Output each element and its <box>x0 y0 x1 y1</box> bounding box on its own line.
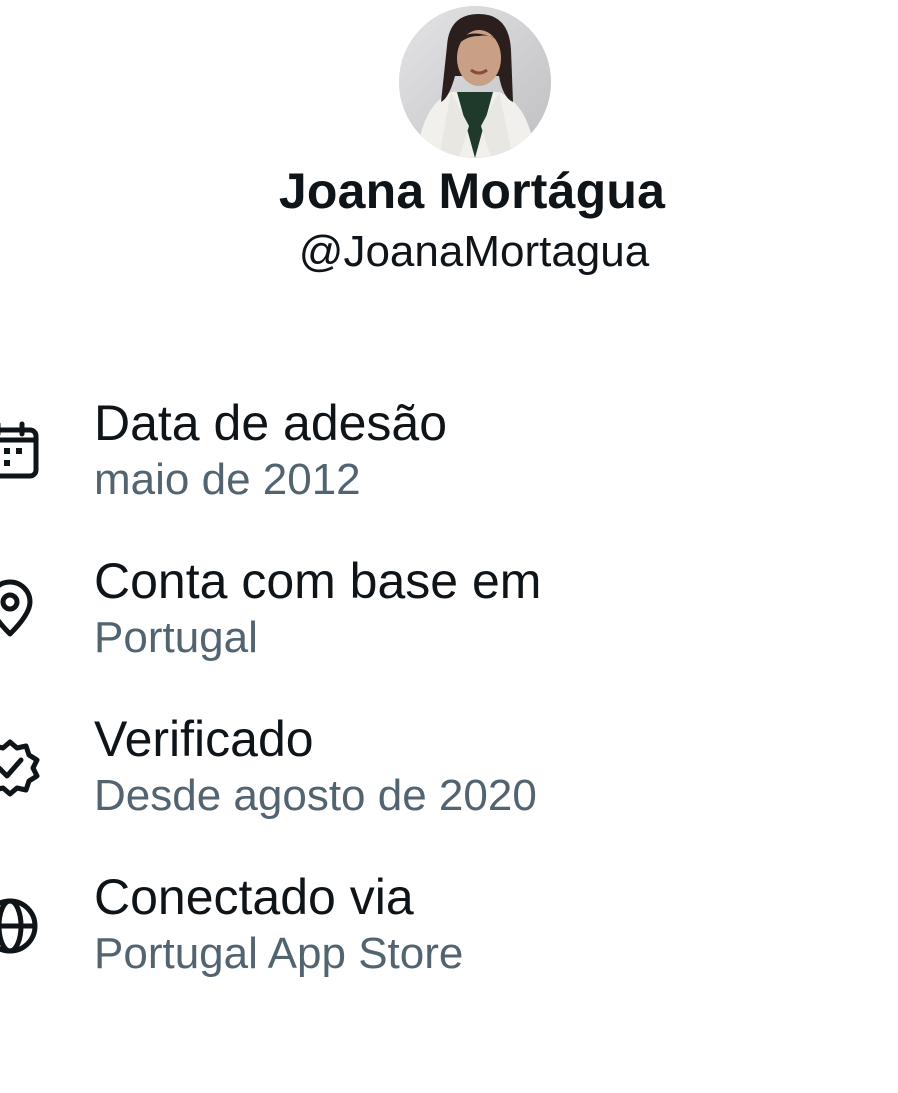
verified-badge-icon <box>0 736 42 800</box>
calendar-icon <box>0 418 42 482</box>
verified-value: Desde agosto de 2020 <box>94 771 537 820</box>
globe-icon <box>0 894 42 958</box>
profile-display-name: Joana Mortágua <box>278 163 666 219</box>
connected-via-value: Portugal App Store <box>94 929 464 978</box>
connected-via-label: Conectado via <box>94 869 414 925</box>
joined-date-label: Data de adesão <box>94 395 448 451</box>
account-based-value: Portugal <box>94 613 258 662</box>
verified-label: Verificado <box>94 711 314 767</box>
profile-handle: @JoanaMortagua <box>298 227 650 276</box>
account-based-label: Conta com base em <box>94 553 542 609</box>
avatar-photo <box>399 6 551 158</box>
joined-date-row: Data de adesão maio de 2012 <box>0 394 898 514</box>
connected-via-row: Conectado via Portugal App Store <box>0 868 898 988</box>
account-based-row: Conta com base em Portugal <box>0 552 898 672</box>
location-pin-icon <box>0 576 42 640</box>
joined-date-value: maio de 2012 <box>94 455 361 504</box>
avatar[interactable] <box>399 6 551 158</box>
verified-row: Verificado Desde agosto de 2020 <box>0 710 898 830</box>
